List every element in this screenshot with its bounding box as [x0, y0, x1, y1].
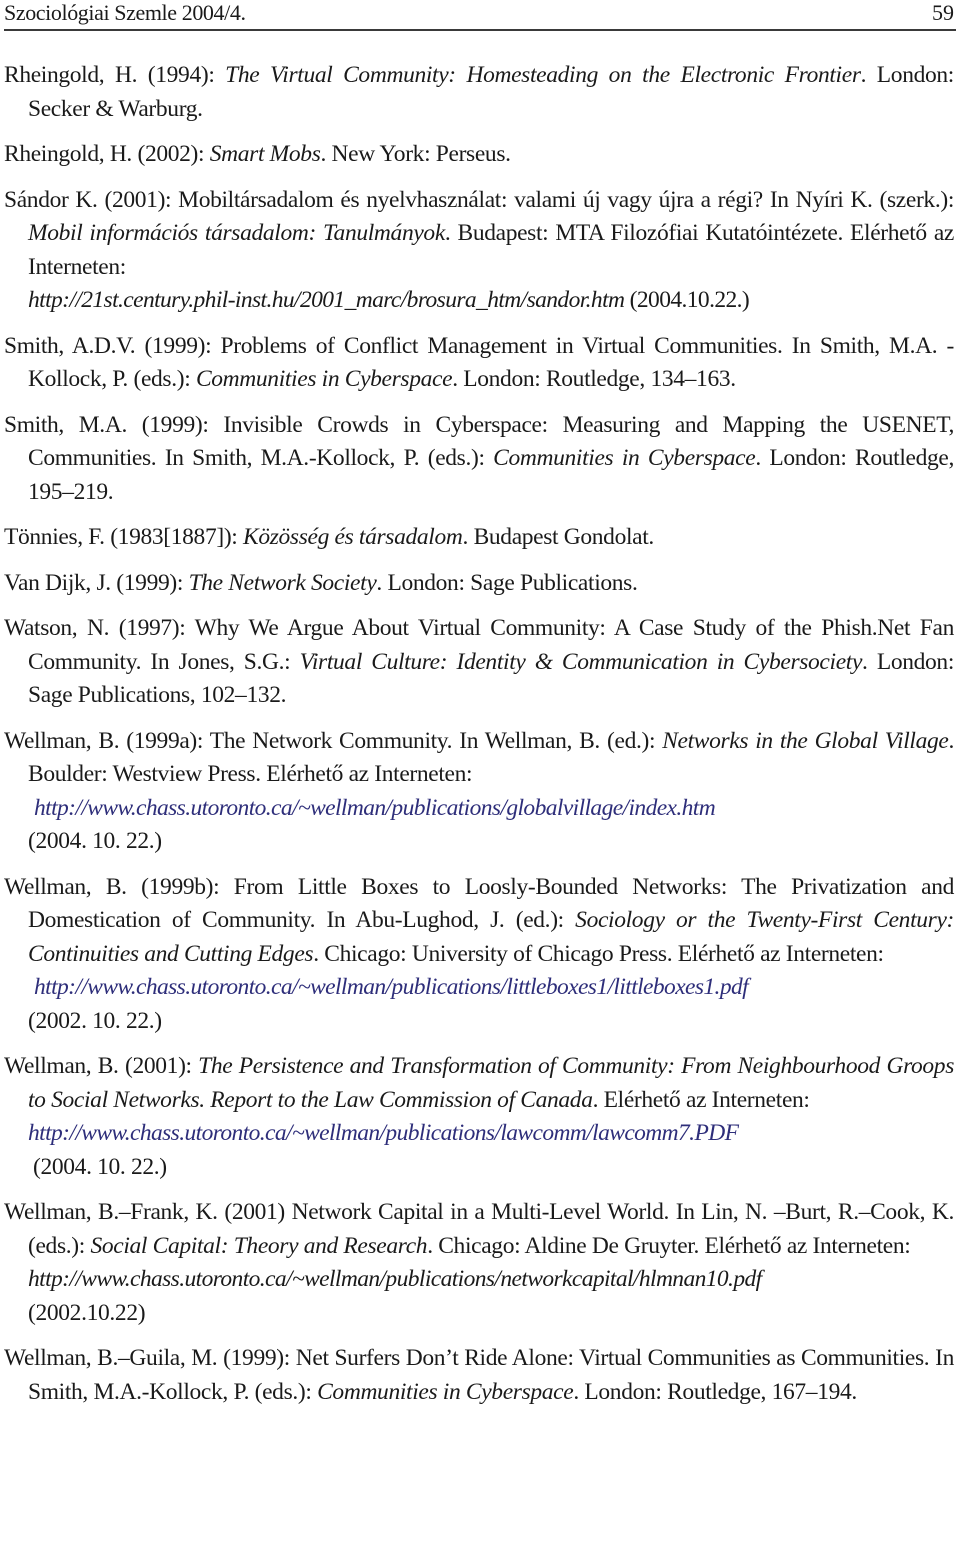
page-number: 59 — [932, 0, 954, 25]
ref-text: Rheingold, H. (2002): — [4, 141, 210, 167]
ref-text: . Chicago: University of Chicago Press. … — [313, 940, 884, 967]
ref-title: Smart Mobs — [209, 141, 321, 167]
reference-sandor-2001: Sándor K. (2001): Mobiltársadalom és nye… — [4, 184, 954, 318]
ref-text: . Budapest Gondolat. — [462, 524, 655, 550]
reference-wellman-frank-2001: Wellman, B.–Frank, K. (2001) Network Cap… — [4, 1196, 954, 1330]
ref-url-link[interactable]: http://www.chass.utoronto.ca/~wellman/pu… — [34, 974, 749, 1000]
journal-title: Szociológiai Szemle 2004/4. — [4, 0, 246, 25]
reference-watson-1997: Watson, N. (1997): Why We Argue About Vi… — [4, 612, 954, 713]
ref-access-date: (2004. 10. 22.) — [33, 1153, 167, 1180]
ref-title: The Network Society — [188, 569, 377, 596]
reference-smith-adv-1999: Smith, A.D.V. (1999): Problems of Confli… — [4, 330, 954, 397]
ref-access-date: (2002. 10. 22.) — [28, 1007, 162, 1034]
ref-title: Social Capital: Theory and Research — [90, 1232, 428, 1259]
ref-url-link[interactable]: http://21st.century.phil-inst.hu/2001_ma… — [28, 287, 625, 313]
reference-wellman-2001: Wellman, B. (2001): The Persistence and … — [4, 1050, 954, 1184]
ref-text: . London: Routledge, 167–194. — [573, 1378, 857, 1405]
reference-rheingold-1994: Rheingold, H. (1994): The Virtual Commun… — [4, 59, 954, 126]
reference-rheingold-2002: Rheingold, H. (2002): Smart Mobs. New Yo… — [4, 138, 954, 172]
ref-title: Networks in the Global Village — [662, 727, 949, 754]
ref-title: The Virtual Community: Homesteading on t… — [225, 62, 861, 88]
ref-text: Wellman, B. (1999a): The Network Communi… — [4, 727, 663, 754]
reference-smith-ma-1999: Smith, M.A. (1999): Invisible Crowds in … — [4, 409, 954, 510]
reference-tonnies-1983: Tönnies, F. (1983[1887]): Közösség és tá… — [4, 521, 954, 555]
ref-text: . New York: Perseus. — [320, 141, 512, 167]
reference-wellman-1999b: Wellman, B. (1999b): From Little Boxes t… — [4, 871, 954, 1039]
ref-title: Virtual Culture: Identity & Communicatio… — [299, 648, 863, 675]
ref-access-date: (2004. 10. 22.) — [28, 828, 162, 854]
ref-text: . Chicago: Aldine De Gruyter. Elérhető a… — [427, 1232, 911, 1259]
ref-title: Communities in Cyberspace — [317, 1378, 574, 1405]
ref-url-link[interactable]: http://www.chass.utoronto.ca/~wellman/pu… — [28, 1120, 739, 1146]
ref-text: Tönnies, F. (1983[1887]): — [4, 524, 244, 550]
reference-wellman-1999a: Wellman, B. (1999a): The Network Communi… — [4, 725, 954, 859]
ref-title: Communities in Cyberspace — [195, 366, 453, 392]
reference-list: Rheingold, H. (1994): The Virtual Commun… — [4, 59, 954, 1421]
reference-vandijk-1999: Van Dijk, J. (1999): The Network Society… — [4, 567, 954, 601]
ref-access-date: (2004.10.22.) — [624, 287, 750, 313]
ref-title: Mobil információs társadalom: Tanulmányo… — [28, 220, 445, 246]
ref-text: . London: Routledge, 134–163. — [452, 366, 736, 392]
ref-text: Wellman, B. (2001): — [4, 1053, 199, 1079]
ref-text: . Elérhető az Interneten: — [592, 1086, 810, 1113]
ref-text: Rheingold, H. (1994): — [4, 62, 226, 88]
running-header: Szociológiai Szemle 2004/4. 59 — [4, 0, 956, 31]
ref-title: Közösség és társadalom — [243, 524, 463, 550]
ref-url-link[interactable]: http://www.chass.utoronto.ca/~wellman/pu… — [28, 1266, 762, 1292]
ref-title: Communities in Cyberspace — [493, 445, 756, 471]
ref-text: Van Dijk, J. (1999): — [4, 569, 189, 596]
ref-text: Sándor K. (2001): Mobiltársadalom és nye… — [4, 186, 954, 213]
ref-access-date: (2002.10.22) — [28, 1299, 146, 1326]
ref-text: . London: Sage Publications. — [376, 569, 638, 596]
ref-url-link[interactable]: http://www.chass.utoronto.ca/~wellman/pu… — [34, 795, 716, 821]
reference-wellman-guila-1999: Wellman, B.–Guila, M. (1999): Net Surfer… — [4, 1342, 954, 1409]
